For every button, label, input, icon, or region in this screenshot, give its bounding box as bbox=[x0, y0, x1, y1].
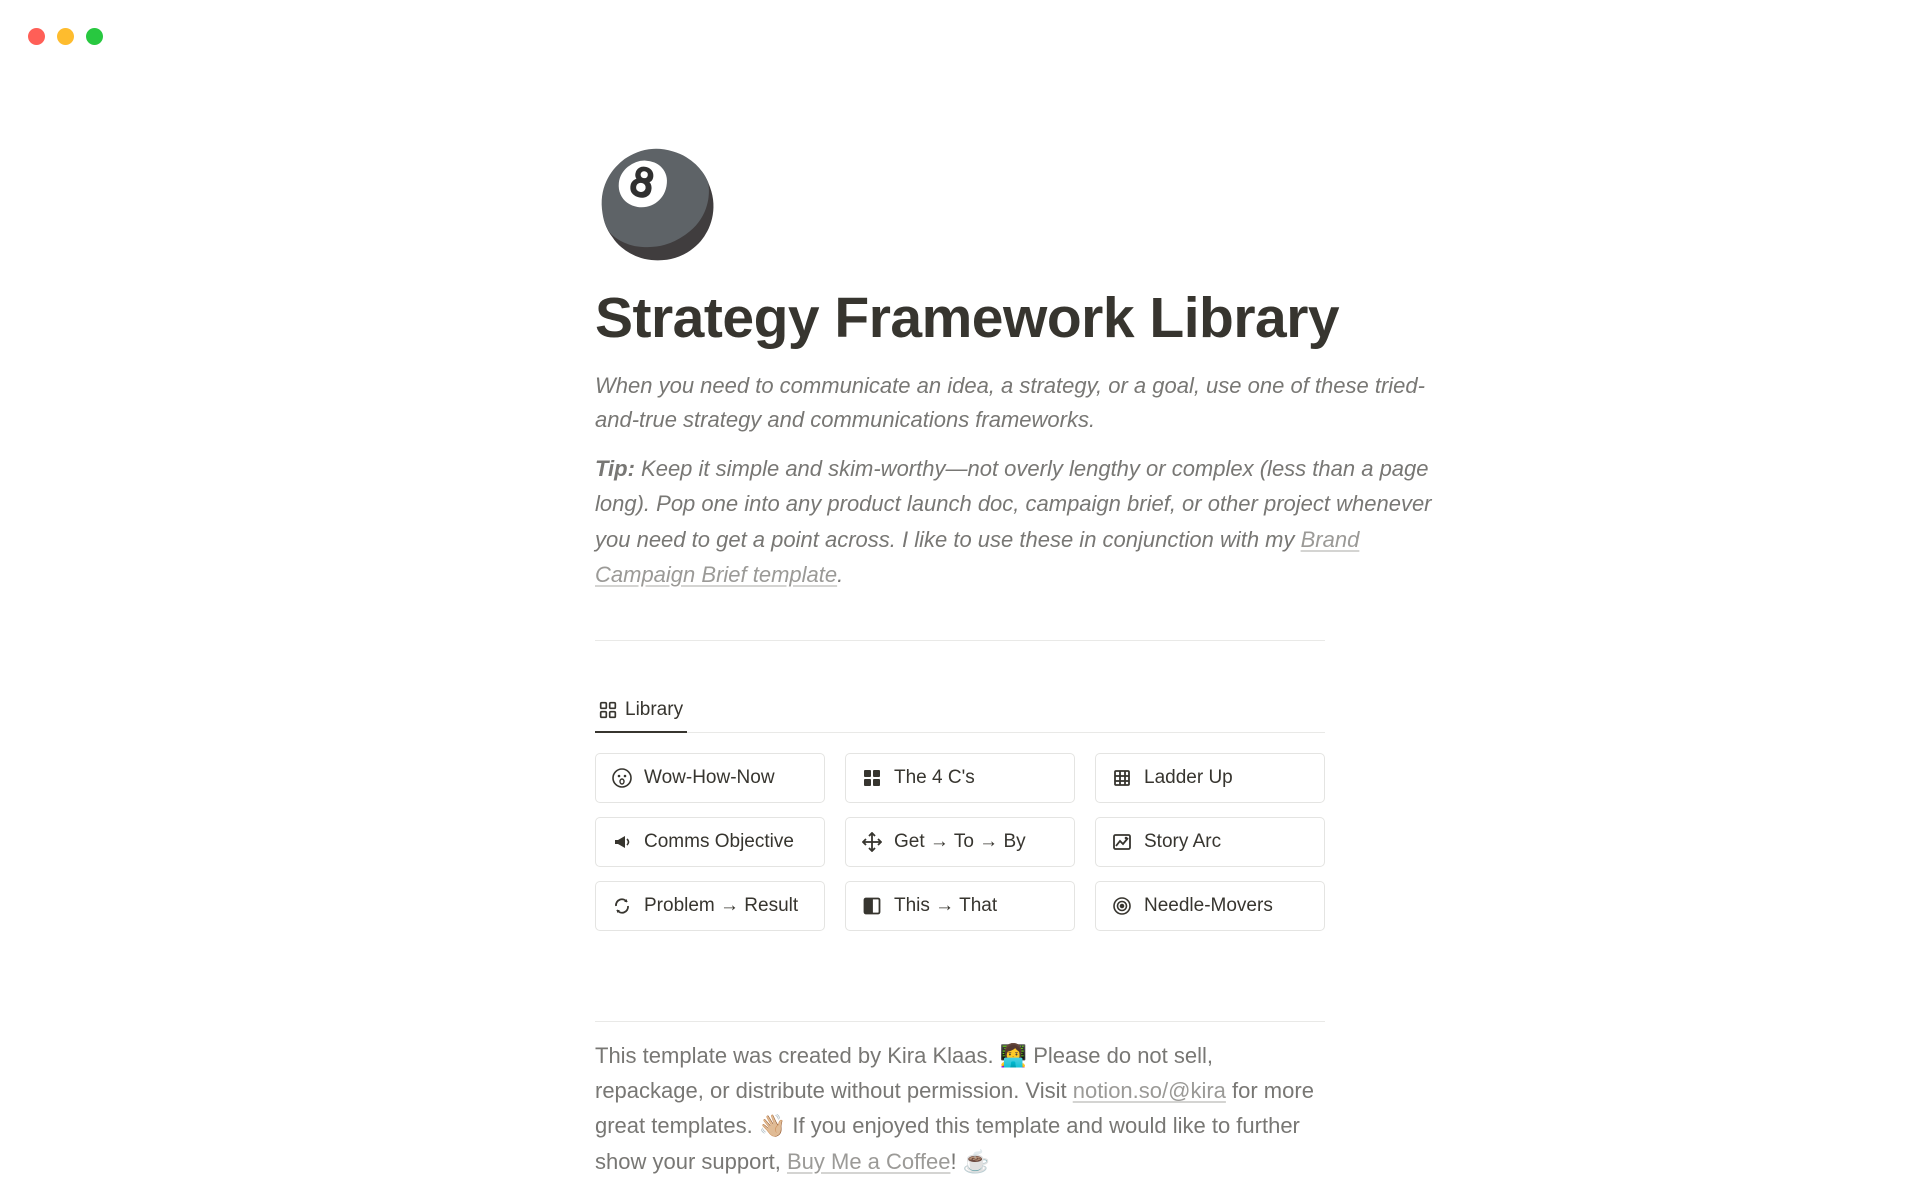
tip-body-2: . bbox=[837, 562, 843, 587]
card-label: The 4 C's bbox=[894, 767, 975, 789]
tip-label: Tip: bbox=[595, 456, 635, 481]
cycle-icon bbox=[612, 896, 632, 916]
page-title[interactable]: Strategy Framework Library bbox=[595, 285, 1455, 351]
footer-text: This template was created by Kira Klaas.… bbox=[595, 1038, 1325, 1179]
card-this-that[interactable]: This → That bbox=[845, 881, 1075, 931]
footer-divider bbox=[595, 1021, 1325, 1022]
maximize-window-button[interactable] bbox=[86, 28, 103, 45]
close-window-button[interactable] bbox=[28, 28, 45, 45]
card-ladder-up[interactable]: Ladder Up bbox=[1095, 753, 1325, 803]
card-problem-result[interactable]: Problem → Result bbox=[595, 881, 825, 931]
tab-library-label: Library bbox=[625, 699, 683, 721]
arrows-icon bbox=[862, 832, 882, 852]
astonished-icon bbox=[612, 768, 632, 788]
divider bbox=[595, 640, 1325, 641]
card-story-arc[interactable]: Story Arc bbox=[1095, 817, 1325, 867]
card-wow-how-now[interactable]: Wow-How-Now bbox=[595, 753, 825, 803]
target-icon bbox=[1112, 896, 1132, 916]
footer-text-3: ! ☕ bbox=[950, 1149, 990, 1174]
megaphone-icon bbox=[612, 832, 632, 852]
page-description: When you need to communicate an idea, a … bbox=[595, 369, 1445, 437]
page-icon[interactable]: 🎱 bbox=[595, 155, 1455, 255]
card-label: Get → To → By bbox=[894, 831, 1026, 853]
ladder-icon bbox=[1112, 768, 1132, 788]
frame-icon bbox=[1112, 832, 1132, 852]
split-icon bbox=[862, 896, 882, 916]
buy-me-a-coffee-link[interactable]: Buy Me a Coffee bbox=[787, 1149, 950, 1174]
page-tip: Tip: Keep it simple and skim-worthy—not … bbox=[595, 451, 1445, 592]
card-label: Needle-Movers bbox=[1144, 895, 1273, 917]
card-comms-objective[interactable]: Comms Objective bbox=[595, 817, 825, 867]
view-tabs: Library bbox=[595, 691, 1325, 733]
card-label: Comms Objective bbox=[644, 831, 794, 853]
card-label: Ladder Up bbox=[1144, 767, 1233, 789]
gallery-view-icon bbox=[599, 701, 617, 719]
card-the-4-cs[interactable]: The 4 C's bbox=[845, 753, 1075, 803]
minimize-window-button[interactable] bbox=[57, 28, 74, 45]
card-needle-movers[interactable]: Needle-Movers bbox=[1095, 881, 1325, 931]
card-label: Story Arc bbox=[1144, 831, 1221, 853]
card-label: This → That bbox=[894, 895, 997, 917]
card-label: Problem → Result bbox=[644, 895, 798, 917]
page-content: 🎱 Strategy Framework Library When you ne… bbox=[465, 0, 1455, 1179]
card-label: Wow-How-Now bbox=[644, 767, 775, 789]
notion-profile-link[interactable]: notion.so/@kira bbox=[1073, 1078, 1226, 1103]
puzzle-icon bbox=[862, 768, 882, 788]
window-traffic-lights bbox=[28, 28, 103, 45]
card-get-to-by[interactable]: Get → To → By bbox=[845, 817, 1075, 867]
library-grid: Wow-How-Now The 4 C's Ladder Up Comms Ob… bbox=[595, 753, 1325, 931]
tab-library[interactable]: Library bbox=[595, 691, 687, 733]
